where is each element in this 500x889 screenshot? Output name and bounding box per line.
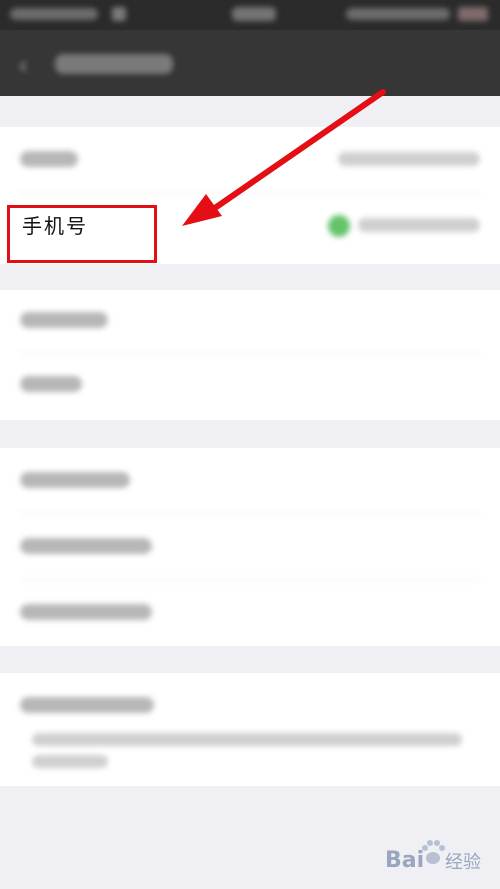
battery-icon xyxy=(458,7,488,21)
carrier-info xyxy=(10,8,98,20)
account-id-row[interactable] xyxy=(0,127,500,193)
security-center-title[interactable] xyxy=(20,697,154,713)
clock xyxy=(232,7,276,21)
emergency-contact-row[interactable] xyxy=(0,448,500,514)
voiceprint-row[interactable] xyxy=(0,354,500,420)
security-center-desc xyxy=(32,733,462,746)
notification-icon xyxy=(112,7,126,21)
page-title xyxy=(55,54,173,74)
protection-group xyxy=(0,448,500,646)
security-center-desc-2 xyxy=(32,755,108,768)
security-center-group xyxy=(0,673,500,786)
phone-value xyxy=(358,218,480,232)
highlight-box xyxy=(7,205,157,263)
row-label xyxy=(20,538,152,554)
watermark-brand: Bai xyxy=(385,848,425,873)
verified-icon xyxy=(328,215,350,237)
device-manage-row[interactable] xyxy=(0,514,500,580)
row-label xyxy=(20,376,82,392)
security-group xyxy=(0,290,500,420)
row-label xyxy=(20,151,78,167)
more-settings-row[interactable] xyxy=(0,580,500,646)
status-bar xyxy=(0,0,500,30)
row-label xyxy=(20,472,130,488)
row-value xyxy=(338,152,480,166)
status-icons xyxy=(346,8,450,20)
watermark-suffix: 经验 xyxy=(445,852,481,873)
row-label xyxy=(20,604,152,620)
row-label xyxy=(20,312,108,328)
password-row[interactable] xyxy=(0,290,500,354)
chevron-left-icon[interactable]: ‹ xyxy=(18,53,38,79)
